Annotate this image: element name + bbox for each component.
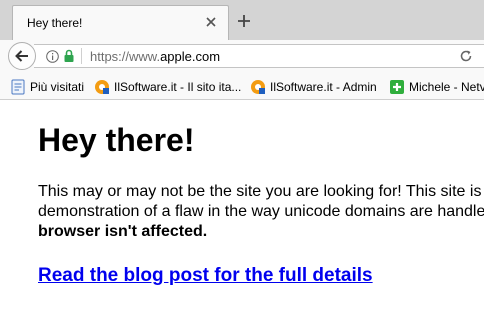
bookmark-label: Michele - Netv xyxy=(409,80,484,94)
tab-active[interactable]: Hey there! xyxy=(12,5,229,40)
page-content: Hey there! This may or may not be the si… xyxy=(0,100,484,310)
tab-title: Hey there! xyxy=(27,16,83,30)
paragraph-bold-line: browser isn't affected. xyxy=(38,223,208,240)
url-text[interactable]: https://www.apple.com xyxy=(90,49,220,64)
ilsoftware-favicon xyxy=(95,80,109,94)
lock-icon[interactable] xyxy=(64,49,74,63)
bookmark-label: IlSoftware.it - Il sito ita... xyxy=(114,80,242,94)
blog-post-link[interactable]: Read the blog post for the full details xyxy=(38,265,373,287)
ilsoftware-favicon xyxy=(251,80,265,94)
reload-icon[interactable] xyxy=(459,49,473,63)
green-plus-icon xyxy=(390,80,404,94)
info-icon[interactable] xyxy=(46,50,59,63)
tab-strip: Hey there! xyxy=(0,0,484,40)
navigation-bar: https://www.apple.com xyxy=(0,40,484,72)
page-heading: Hey there! xyxy=(38,122,195,158)
paragraph-line: This may or may not be the site you are … xyxy=(38,183,482,200)
bookmark-label: Più visitati xyxy=(30,80,85,94)
back-arrow-icon xyxy=(15,50,28,62)
paragraph-line: demonstration of a flaw in the way unico… xyxy=(38,203,484,220)
url-scheme: https://www. xyxy=(90,49,161,64)
page-icon xyxy=(11,79,25,95)
bookmarks-toolbar: Più visitati IlSoftware.it - Il sito ita… xyxy=(0,72,484,100)
back-button[interactable] xyxy=(8,42,36,70)
url-separator xyxy=(81,48,82,64)
new-tab-icon[interactable] xyxy=(236,13,252,29)
bookmark-label: IlSoftware.it - Admin xyxy=(270,80,377,94)
address-bar[interactable]: https://www.apple.com xyxy=(34,44,484,68)
close-tab-icon[interactable] xyxy=(204,15,218,29)
url-host: apple.com xyxy=(160,49,221,64)
page-paragraph: This may or may not be the site you are … xyxy=(38,182,484,242)
